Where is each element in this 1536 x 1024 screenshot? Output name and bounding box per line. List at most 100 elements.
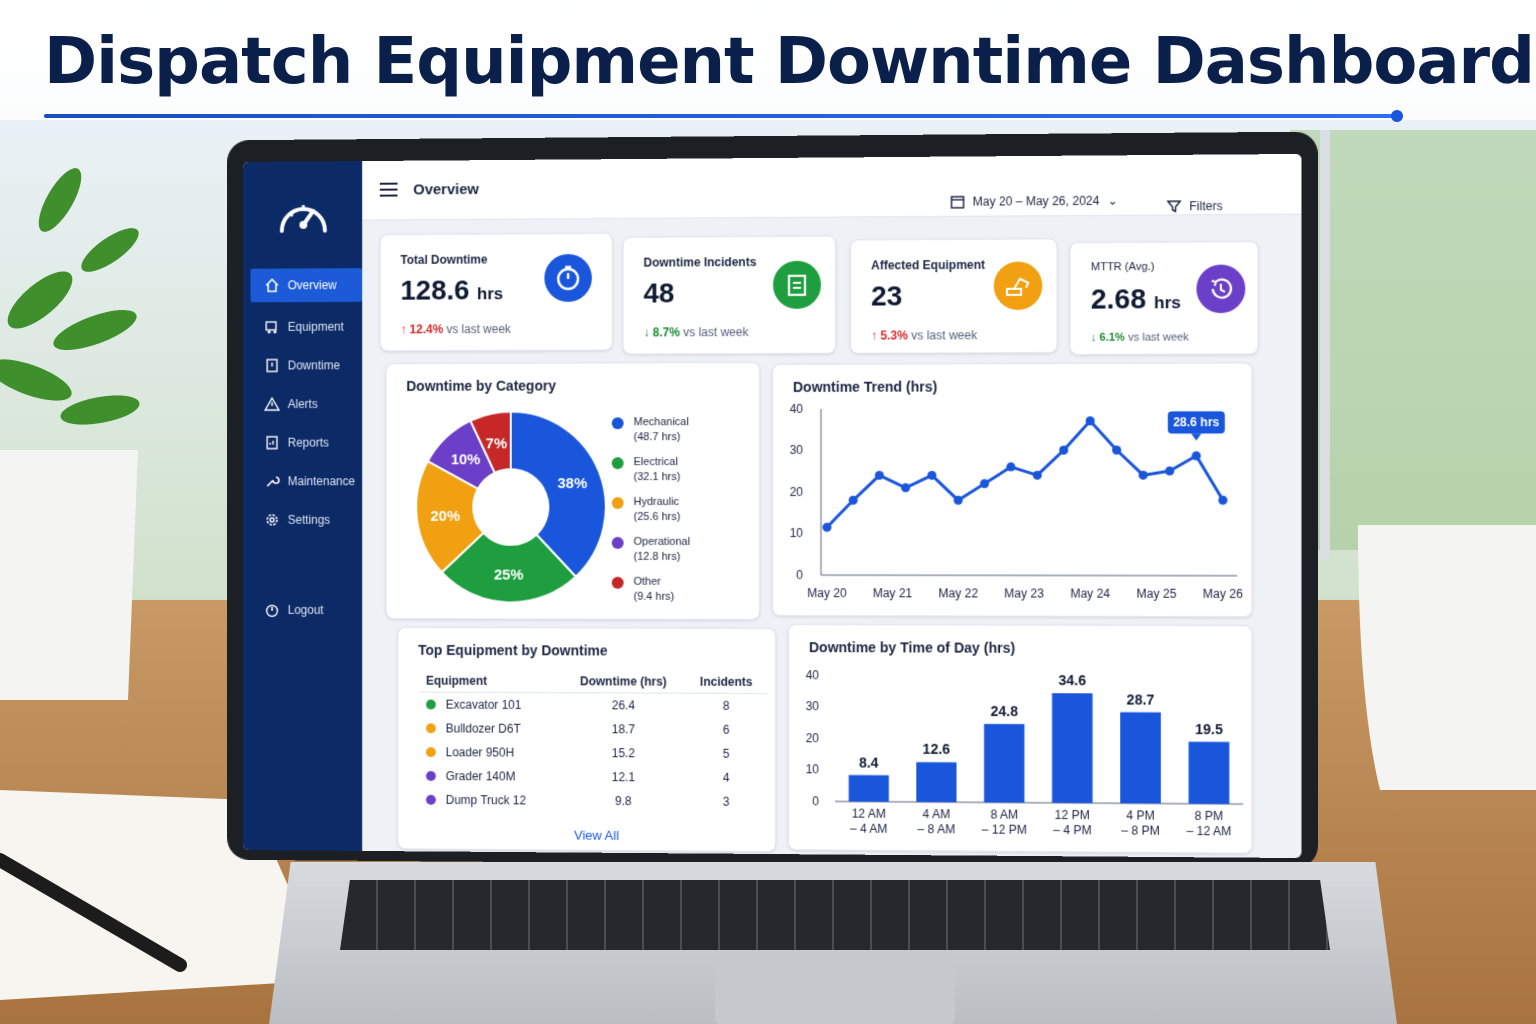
y-tick-label: 20 <box>806 731 820 745</box>
legend-label: Other <box>633 575 661 588</box>
filters-label: Filters <box>1189 198 1223 214</box>
page-title: Overview <box>413 181 479 199</box>
incidents-cell: 6 <box>722 722 730 737</box>
delta-compare: vs last week <box>446 322 511 337</box>
sidebar-item-maintenance[interactable]: Maintenance <box>251 464 363 498</box>
dashboard-screen: Overview Equipment Downtime Alerts Repor… <box>242 153 1302 859</box>
sidebar-item-alerts[interactable]: Alerts <box>251 387 363 421</box>
date-range-picker[interactable]: May 20 – May 26, 2024 ⌄ <box>950 194 1118 209</box>
sidebar-item-label: Downtime <box>287 358 340 373</box>
y-tick-label: 10 <box>790 526 804 540</box>
legend-swatch <box>611 536 624 549</box>
sidebar-item-settings[interactable]: Settings <box>251 503 363 537</box>
downtime-cell: 9.8 <box>615 793 632 808</box>
trend-point[interactable] <box>953 495 963 505</box>
trend-chart-card: Downtime Trend (hrs) 0 10 20 30 40 May 20 May … <box>771 362 1253 618</box>
trend-point[interactable] <box>822 522 832 532</box>
x-tick-label: May 22 <box>938 586 978 600</box>
trend-point[interactable] <box>980 479 990 489</box>
column-header-equipment[interactable]: Equipment <box>420 669 562 693</box>
x-tick-label: 8 AM <box>990 807 1018 821</box>
column-header-downtime[interactable]: Downtime (hrs) <box>561 670 686 694</box>
x-tick-label: May 20 <box>807 586 847 600</box>
delta-arrow: ↓ <box>643 325 650 340</box>
page-headline: Dispatch Equipment Downtime Dashboard <box>44 25 1535 99</box>
trend-point[interactable] <box>901 483 911 493</box>
trend-point[interactable] <box>1006 462 1016 472</box>
trend-point[interactable] <box>1218 495 1228 505</box>
time-bar[interactable] <box>848 775 889 802</box>
kpi-number: 48 <box>643 277 675 309</box>
excavator-icon <box>993 261 1043 311</box>
trend-point[interactable] <box>1059 445 1069 455</box>
equipment-name: Excavator 101 <box>445 697 522 712</box>
trend-point[interactable] <box>1165 466 1175 476</box>
time-bar[interactable] <box>916 762 957 803</box>
hamburger-menu-icon[interactable] <box>379 182 398 197</box>
x-tick-label: – 8 AM <box>918 822 956 836</box>
x-tick-label: May 26 <box>1203 587 1243 601</box>
trend-point[interactable] <box>1085 416 1095 426</box>
category-donut-chart: 38% 25% 20% 10% 7% <box>402 397 619 616</box>
kpi-label: MTTR (Avg.) <box>1090 260 1155 274</box>
delta-compare: vs last week <box>683 325 749 340</box>
time-bar[interactable] <box>1120 712 1161 804</box>
legend-swatch <box>611 576 624 589</box>
filters-button[interactable]: Filters <box>1167 199 1223 213</box>
delta-arrow: ↑ <box>400 322 407 337</box>
delta-compare: vs last week <box>1128 331 1189 344</box>
time-bar[interactable] <box>984 723 1025 803</box>
table-row[interactable]: Loader 950H 15.2 5 <box>420 740 767 766</box>
x-tick-label: May 24 <box>1070 586 1110 600</box>
sidebar-item-reports[interactable]: Reports <box>251 426 363 460</box>
trend-point[interactable] <box>848 495 858 505</box>
kpi-value: 2.68 hrs <box>1091 283 1181 316</box>
table-row[interactable]: Grader 140M 12.1 4 <box>420 764 767 790</box>
kpi-value: 128.6 hrs <box>400 274 503 306</box>
trend-point[interactable] <box>927 470 937 480</box>
table-row[interactable]: Bulldozer D6T 18.7 6 <box>420 716 767 742</box>
downtime-cell: 26.4 <box>611 698 635 713</box>
incidents-cell: 5 <box>722 746 730 761</box>
laptop-keyboard <box>340 880 1330 950</box>
status-dot <box>426 794 436 805</box>
category-chart-title: Downtime by Category <box>406 377 556 394</box>
x-tick-label: – 4 PM <box>1053 823 1091 837</box>
legend-label: Mechanical <box>633 416 689 429</box>
power-icon <box>264 602 280 618</box>
trend-series-line <box>827 421 1223 528</box>
clipboard-icon <box>772 260 821 309</box>
logout-button[interactable]: Logout <box>251 593 363 627</box>
y-tick-label: 40 <box>790 402 804 416</box>
x-tick-label: May 25 <box>1136 587 1176 601</box>
column-header-incidents[interactable]: Incidents <box>685 670 767 694</box>
y-tick-label: 0 <box>796 568 803 582</box>
time-bar[interactable] <box>1052 693 1093 804</box>
legend-label: Operational <box>633 535 691 548</box>
sidebar-item-overview[interactable]: Overview <box>250 268 363 303</box>
time-bar-chart: 0 10 20 30 40 8.4 12 AM – 4 AM 12.6 4 AM– 8 AM 24.… <box>806 668 1253 838</box>
kpi-delta: ↑ 5.3% vs last week <box>871 328 977 342</box>
slice-percent-label: 10% <box>451 452 481 468</box>
trend-point[interactable] <box>874 470 884 480</box>
status-dot <box>426 699 436 710</box>
view-all-link[interactable]: View All <box>574 828 619 843</box>
legend-swatch <box>611 417 624 430</box>
time-bar[interactable] <box>1188 741 1230 804</box>
table-row[interactable]: Dump Truck 12 9.8 3 <box>420 787 767 813</box>
trend-point[interactable] <box>1191 451 1201 461</box>
sidebar-item-equipment[interactable]: Equipment <box>251 310 363 344</box>
slice-percent-label: 38% <box>558 476 588 492</box>
kpi-number: 23 <box>871 280 903 312</box>
incidents-cell: 4 <box>722 770 730 785</box>
table-row[interactable]: Excavator 101 26.4 8 <box>420 692 767 717</box>
x-tick-label: – 12 PM <box>982 822 1027 836</box>
trend-point[interactable] <box>1138 470 1148 480</box>
sidebar-item-downtime[interactable]: Downtime <box>251 348 363 382</box>
x-tick-label: May 23 <box>1004 586 1044 600</box>
gear-icon <box>264 512 280 528</box>
trend-point[interactable] <box>1032 470 1042 480</box>
x-tick-label: May 21 <box>873 586 913 600</box>
trend-point[interactable] <box>1112 445 1122 455</box>
kpi-label: Total Downtime <box>400 252 488 267</box>
